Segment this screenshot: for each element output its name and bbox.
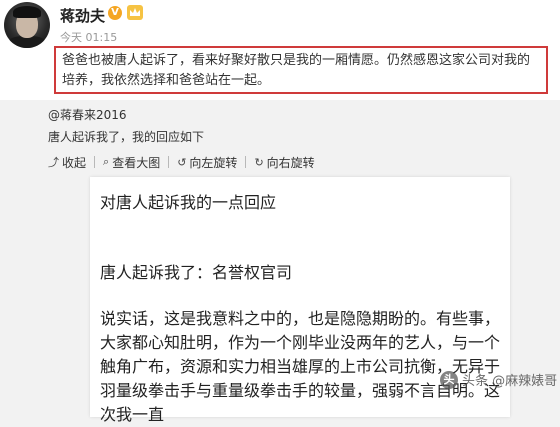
statement-heading: 唐人起诉我了：名誉权官司 <box>100 263 293 282</box>
view-large-label: 查看大图 <box>112 155 161 170</box>
collapse-icon: ⤴ <box>48 156 59 169</box>
toolbar-divider <box>168 156 170 168</box>
post-username[interactable]: 蒋劲夫 <box>60 5 105 26</box>
collapse-label: 收起 <box>62 155 87 170</box>
view-large-button[interactable]: ⌕ 查看大图 <box>103 153 160 171</box>
toolbar-divider <box>245 156 247 168</box>
watermark-text: 头条 @麻辣婊哥 <box>462 374 558 389</box>
avatar[interactable] <box>4 2 50 48</box>
post-text: 爸爸也被唐人起诉了，看来好聚好散只是我的一厢情愿。仍然感恩这家公司对我的培养，我… <box>54 46 548 94</box>
weibo-post: 蒋劲夫 V 今天 01:15 爸爸也被唐人起诉了，看来好聚好散只是我的一厢情愿。… <box>0 0 560 100</box>
post-timestamp: 今天 01:15 <box>60 31 118 44</box>
avatar-hair <box>13 6 41 18</box>
toutiao-logo-icon: 头 <box>440 370 458 389</box>
quoted-username[interactable]: @蒋春来2016 <box>48 106 127 123</box>
quoted-text: 唐人起诉我了，我的回应如下 <box>48 130 205 144</box>
rotate-left-button[interactable]: ↺ 向左旋转 <box>177 153 237 171</box>
rotate-right-icon: ↻ <box>254 155 264 169</box>
v-badge-icon: V <box>108 6 122 20</box>
statement-title: 对唐人起诉我的一点回应 <box>100 193 277 212</box>
collapse-button[interactable]: ⤴ 收起 <box>48 153 86 171</box>
rotate-right-button[interactable]: ↻ 向右旋转 <box>254 153 314 171</box>
rotate-left-icon: ↺ <box>177 155 187 169</box>
rotate-left-label: 向左旋转 <box>189 155 238 170</box>
toolbar-divider <box>94 156 96 168</box>
statement-body: 说实话，这是我意料之中的，也是隐隐期盼的。有些事，大家都心知肚明，作为一个刚毕业… <box>100 309 501 424</box>
crown-icon <box>127 5 143 20</box>
watermark: 头 头条 @麻辣婊哥 <box>440 370 557 389</box>
image-toolbar: ⤴ 收起 ⌕ 查看大图 ↺ 向左旋转 ↻ 向右旋转 <box>48 153 315 171</box>
rotate-right-label: 向右旋转 <box>266 155 315 170</box>
magnify-icon: ⌕ <box>103 155 110 168</box>
